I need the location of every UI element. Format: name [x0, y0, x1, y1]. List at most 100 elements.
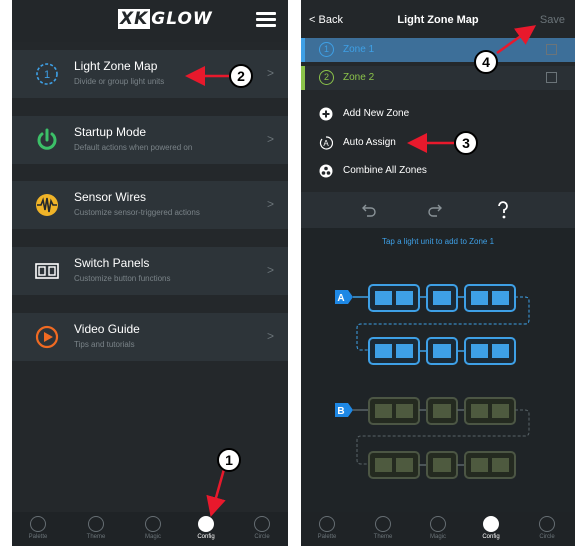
combine-icon [319, 164, 333, 178]
light-unit[interactable] [426, 337, 458, 365]
light-unit[interactable] [426, 451, 458, 479]
group-tag-a-label: A [337, 293, 344, 304]
menu-item-subtitle: Default actions when powered on [74, 143, 193, 152]
add-new-zone-button[interactable]: Add New Zone [319, 106, 559, 124]
group-tag-b-label: B [337, 406, 344, 417]
auto-assign-icon: A [319, 136, 333, 150]
light-unit[interactable] [464, 337, 516, 365]
zone-row-1[interactable]: 1 Zone 1 [301, 38, 575, 62]
undo-icon[interactable] [361, 202, 377, 218]
zone-label: Zone 2 [343, 72, 375, 83]
tab-label: Circle [254, 534, 270, 540]
tab-circle[interactable]: Circle [242, 516, 282, 540]
group-a: A [335, 284, 530, 365]
edit-icon[interactable] [546, 72, 557, 83]
redo-icon[interactable] [427, 202, 443, 218]
tab-circle[interactable]: Circle [527, 516, 567, 540]
zone-map-icon: 1 [36, 63, 58, 85]
tool-bar [301, 192, 575, 228]
tab-palette[interactable]: Palette [18, 516, 58, 540]
tab-config[interactable]: Config [471, 516, 511, 540]
tab-config[interactable]: Config [186, 516, 226, 540]
menu-item-title: Video Guide [74, 322, 140, 336]
tab-label: Config [482, 534, 500, 540]
light-unit[interactable] [464, 284, 516, 312]
light-unit[interactable] [368, 337, 420, 365]
tab-label: Palette [317, 534, 337, 540]
tab-theme[interactable]: Theme [76, 516, 116, 540]
menu-item-subtitle: Customize sensor-triggered actions [74, 208, 200, 217]
zone-color-bar [301, 38, 305, 62]
circle-icon [254, 516, 270, 532]
light-unit[interactable] [464, 451, 516, 479]
right-phone-screen: < Back Light Zone Map Save 1 Zone 1 2 Zo… [301, 0, 575, 546]
light-unit[interactable] [426, 397, 458, 425]
tab-label: Palette [28, 534, 48, 540]
callout-badge-4: 4 [474, 50, 498, 74]
theme-icon [375, 516, 391, 532]
zone-number-badge: 2 [319, 70, 334, 85]
hamburger-menu-icon[interactable] [256, 12, 276, 28]
callout-badge-1: 1 [217, 448, 241, 472]
auto-assign-button[interactable]: A Auto Assign [319, 135, 559, 153]
help-icon[interactable] [495, 200, 511, 220]
tab-label: Config [197, 534, 215, 540]
menu-item-title: Startup Mode [74, 125, 147, 139]
light-unit[interactable] [426, 284, 458, 312]
tab-label: Theme [86, 534, 106, 540]
menu-item-sensor-wires[interactable]: Sensor Wires Customize sensor-triggered … [12, 181, 288, 229]
menu-item-title: Light Zone Map [74, 59, 158, 73]
save-button[interactable]: Save [540, 14, 565, 26]
chevron-right-icon: > [266, 263, 274, 277]
chevron-right-icon: > [266, 132, 274, 146]
tab-magic[interactable]: Magic [133, 516, 173, 540]
svg-text:A: A [323, 139, 329, 148]
menu-item-startup-mode[interactable]: Startup Mode Default actions when powere… [12, 116, 288, 164]
power-icon [37, 128, 57, 150]
play-icon [35, 325, 59, 349]
xkglow-logo: XK GLOW [118, 9, 213, 29]
edit-icon[interactable] [546, 44, 557, 55]
light-unit-map: Tap a light unit to add to Zone 1 A B [301, 228, 575, 512]
plus-circle-icon [319, 107, 333, 121]
callout-badge-3: 3 [454, 131, 478, 155]
action-label: Combine All Zones [343, 165, 427, 176]
tab-label: Theme [373, 534, 393, 540]
nav-header: < Back Light Zone Map Save [301, 0, 575, 40]
light-unit[interactable] [464, 397, 516, 425]
combine-all-zones-button[interactable]: Combine All Zones [319, 163, 559, 181]
zone-label: Zone 1 [343, 44, 375, 55]
light-unit[interactable] [368, 397, 420, 425]
tab-label: Circle [539, 534, 555, 540]
group-b: B [335, 397, 530, 479]
menu-item-title: Sensor Wires [74, 190, 147, 204]
action-label: Add New Zone [343, 108, 410, 119]
screenshot-root: XK GLOW 1 Light Zone Map Divide or group … [0, 0, 578, 546]
light-unit-diagram: A B [335, 284, 530, 479]
magic-wand-icon [430, 516, 446, 532]
light-unit[interactable] [368, 284, 420, 312]
menu-item-subtitle: Customize button functions [74, 274, 171, 283]
tab-palette[interactable]: Palette [307, 516, 347, 540]
menu-item-switch-panels[interactable]: Switch Panels Customize button functions… [12, 247, 288, 295]
action-label: Auto Assign [343, 137, 396, 148]
switch-panels-icon [35, 263, 59, 279]
menu-item-subtitle: Tips and tutorials [74, 340, 135, 349]
palette-icon [319, 516, 335, 532]
chevron-right-icon: > [266, 66, 274, 80]
menu-item-subtitle: Divide or group light units [74, 77, 165, 86]
app-header: XK GLOW [12, 0, 288, 42]
gear-icon [483, 516, 499, 532]
light-unit[interactable] [368, 451, 420, 479]
palette-icon [30, 516, 46, 532]
chevron-right-icon: > [266, 197, 274, 211]
page-title: Light Zone Map [397, 14, 479, 26]
tab-magic[interactable]: Magic [418, 516, 458, 540]
tab-theme[interactable]: Theme [363, 516, 403, 540]
gear-icon [198, 516, 214, 532]
zone-row-2[interactable]: 2 Zone 2 [301, 66, 575, 90]
sensor-wires-icon [36, 194, 58, 216]
bottom-tab-bar: Palette Theme Magic Config Circle [12, 512, 288, 546]
menu-item-video-guide[interactable]: Video Guide Tips and tutorials > [12, 313, 288, 361]
bottom-tab-bar: Palette Theme Magic Config Circle [301, 512, 575, 546]
